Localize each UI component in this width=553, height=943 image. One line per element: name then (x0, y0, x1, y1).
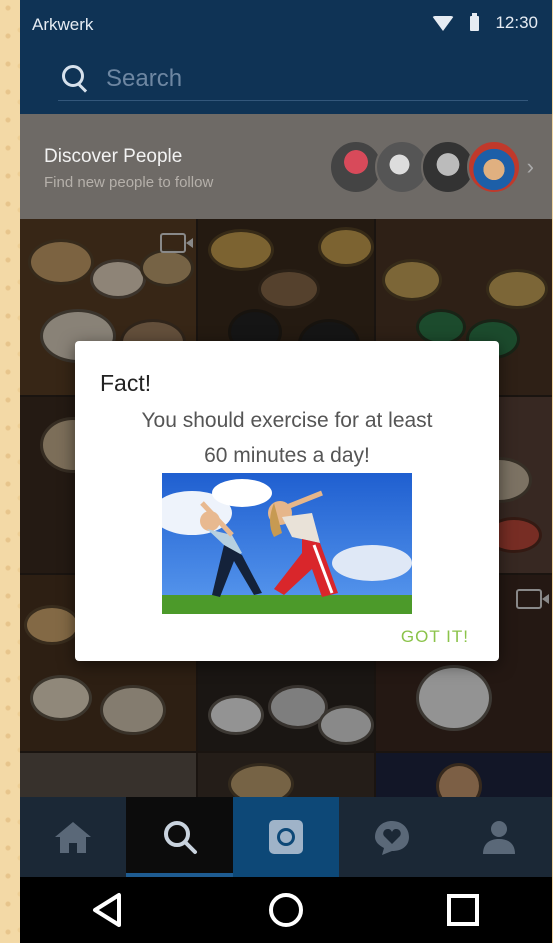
dialog-message-line2: 60 minutes a day! (204, 444, 370, 467)
recents-icon[interactable] (443, 890, 483, 930)
clock: 12:30 (495, 13, 538, 32)
nav-profile[interactable] (446, 797, 552, 877)
nav-camera[interactable] (232, 797, 340, 877)
discover-people-row[interactable]: Discover People Find new people to follo… (20, 114, 552, 219)
chevron-right-icon: › (526, 154, 534, 179)
nav-home[interactable] (20, 797, 126, 877)
wifi-icon (432, 15, 455, 31)
battery-icon (470, 12, 480, 31)
bottom-nav (20, 797, 552, 877)
carrier-label: Arkwerk (32, 15, 94, 34)
search-icon (163, 821, 197, 854)
discover-subtitle: Find new people to follow (44, 174, 214, 191)
profile-icon (482, 821, 515, 854)
discover-title: Discover People (44, 146, 183, 167)
search-input[interactable] (104, 64, 408, 94)
home-circle-icon[interactable] (266, 890, 306, 930)
fact-dialog: Fact! You should exercise for at least 6… (75, 341, 499, 661)
search-icon[interactable] (58, 62, 92, 96)
exercise-photo (162, 473, 412, 614)
suggested-avatars: › (328, 140, 534, 194)
camera-icon (269, 820, 304, 854)
search-bar (20, 48, 552, 114)
avatar (466, 140, 521, 194)
home-icon (55, 822, 92, 853)
nav-activity[interactable] (339, 797, 445, 877)
back-icon[interactable] (89, 890, 129, 930)
nav-search[interactable] (126, 797, 234, 877)
dialog-message: You should exercise for at least 60 minu… (75, 403, 499, 473)
system-nav-bar (20, 877, 552, 943)
activity-heart-icon (375, 821, 410, 855)
phone-screen: Arkwerk 12:30 Discover People Find new p… (20, 0, 552, 943)
status-bar: Arkwerk 12:30 (20, 0, 552, 48)
dialog-title: Fact! (100, 370, 152, 396)
dialog-message-line1: You should exercise for at least (141, 409, 433, 432)
got-it-button[interactable]: GOT IT! (401, 627, 469, 647)
